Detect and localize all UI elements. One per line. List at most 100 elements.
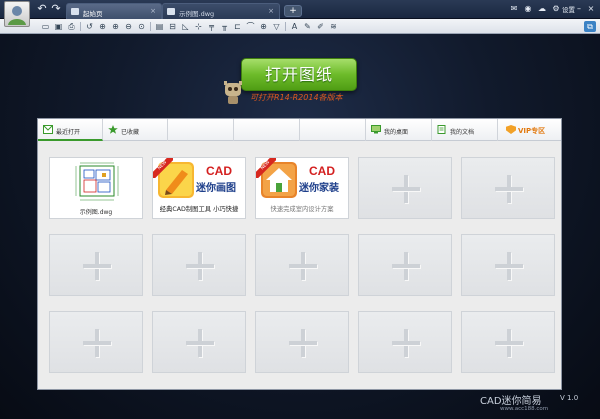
promo-subtitle: 快速完成室内设计方案 <box>270 206 334 213</box>
zoom-window-icon[interactable]: ⊕ <box>97 21 108 32</box>
close-tab-icon[interactable]: × <box>150 7 156 15</box>
toolbar-divider <box>150 22 151 31</box>
toolbar: ▭ ▣ ⎙ ↺ ⊕ ⊕ ⊖ ⊙ ▤ ⊟ ◺ ⊹ ╤ ╥ ⊏ ⌒ ⊕ ▽ A ✎ … <box>0 19 600 34</box>
plus-icon <box>495 175 523 203</box>
minimize-icon[interactable]: – <box>575 3 583 15</box>
tab-documents[interactable]: 我的文档 <box>432 119 498 141</box>
empty-slot[interactable] <box>255 311 349 373</box>
mascot-icon <box>224 81 242 104</box>
chat-icon[interactable]: ☁ <box>536 3 548 15</box>
mail-icon[interactable]: ✉ <box>508 3 520 15</box>
empty-slot[interactable] <box>358 234 452 296</box>
promo-card-mini-draw[interactable]: NEW CAD 迷你画图 经典CAD制图工具 小巧快捷 <box>152 157 246 219</box>
zoom-extents-icon[interactable]: ⊙ <box>136 21 147 32</box>
tab-favorites[interactable]: 已收藏 <box>103 119 168 141</box>
tab-empty-2[interactable] <box>234 119 300 141</box>
area-icon[interactable]: ▽ <box>271 21 282 32</box>
zoom-in-icon[interactable]: ⊕ <box>110 21 121 32</box>
tab-empty-1[interactable] <box>168 119 234 141</box>
toolbar-divider <box>80 22 81 31</box>
new-badge: NEW <box>153 158 173 178</box>
add-tab-button[interactable]: + <box>284 5 302 17</box>
print-icon[interactable]: ⎙ <box>66 21 77 32</box>
plus-icon <box>83 252 111 280</box>
product-logo: CAD迷你简易 <box>480 396 542 407</box>
vip-icon <box>506 125 516 134</box>
center-mark-icon[interactable]: ⊕ <box>258 21 269 32</box>
pen-icon[interactable]: ✐ <box>315 21 326 32</box>
toolbar-divider <box>285 22 286 31</box>
back-arrow-icon[interactable]: ↶ <box>36 3 48 15</box>
empty-slot[interactable] <box>152 311 246 373</box>
vip-label: VIP专区 <box>518 127 546 135</box>
empty-slot[interactable] <box>358 157 452 219</box>
restore-window-icon[interactable]: ⧉ <box>584 21 596 32</box>
plus-icon <box>186 252 214 280</box>
page-icon <box>71 8 79 15</box>
recent-file-card[interactable]: 示例图.dwg <box>49 157 143 219</box>
arc-length-icon[interactable]: ⌒ <box>245 21 256 32</box>
mail-icon <box>43 125 53 134</box>
plus-icon <box>83 329 111 357</box>
plus-icon <box>289 329 317 357</box>
empty-slot[interactable] <box>461 157 555 219</box>
avatar[interactable] <box>4 1 30 27</box>
vip-zone-button[interactable]: VIP专区 <box>498 119 561 141</box>
app-window: ↶ ↷ 起始页 × 示例图.dwg × + ✉ ◉ ☁ ⚙ 设置 – × ▭ ▣… <box>0 0 600 419</box>
empty-slot[interactable] <box>49 234 143 296</box>
promo-subtitle: 经典CAD制图工具 小巧快捷 <box>159 206 239 213</box>
tab-desktop[interactable]: 我的桌面 <box>366 119 432 141</box>
coordinate-icon[interactable]: ⊏ <box>232 21 243 32</box>
empty-slot[interactable] <box>461 234 555 296</box>
promo-brand: CAD <box>206 164 232 178</box>
empty-slot[interactable] <box>152 234 246 296</box>
undo-icon[interactable]: ↺ <box>84 21 95 32</box>
weibo-icon[interactable]: ◉ <box>522 3 534 15</box>
empty-slot[interactable] <box>461 311 555 373</box>
close-tab-icon[interactable]: × <box>268 7 274 15</box>
empty-slot[interactable] <box>49 311 143 373</box>
layers-icon[interactable]: ≋ <box>328 21 339 32</box>
plus-icon <box>495 329 523 357</box>
gear-icon[interactable]: ⚙ <box>550 3 562 15</box>
desktop-icon <box>371 125 381 134</box>
panel-tab-bar: 最近打开 已收藏 我的桌面 我的文档 VIP专区 <box>38 119 561 141</box>
plus-icon <box>186 329 214 357</box>
open-folder-icon[interactable]: ▭ <box>40 21 51 32</box>
linear-dimension-icon[interactable]: ▤ <box>154 21 165 32</box>
promo-card-mini-home[interactable]: NEW CAD 迷你家装 快速完成室内设计方案 <box>255 157 349 219</box>
save-icon[interactable]: ▣ <box>53 21 64 32</box>
angle-dimension-icon[interactable]: ◺ <box>180 21 191 32</box>
settings-label[interactable]: 设置 <box>562 4 575 14</box>
continue-dimension-icon[interactable]: ╥ <box>219 21 230 32</box>
promo-title: 迷你画图 <box>196 183 236 194</box>
empty-slot[interactable] <box>255 234 349 296</box>
forward-arrow-icon[interactable]: ↷ <box>50 3 62 15</box>
tab-label: 最近打开 <box>56 129 81 136</box>
plus-icon <box>392 329 420 357</box>
tab-start-page[interactable]: 起始页 × <box>66 3 162 19</box>
aligned-dimension-icon[interactable]: ⊟ <box>167 21 178 32</box>
version-label: V 1.0 <box>560 394 579 402</box>
open-drawing-button[interactable]: 打开图纸 <box>241 58 357 91</box>
tab-recent[interactable]: 最近打开 <box>38 119 103 141</box>
file-name: 示例图.dwg <box>79 209 113 216</box>
document-icon <box>437 125 446 134</box>
tab-empty-3[interactable] <box>300 119 366 141</box>
pencil-icon[interactable]: ✎ <box>302 21 313 32</box>
tab-drawing[interactable]: 示例图.dwg × <box>162 3 280 19</box>
page-icon <box>167 8 175 15</box>
tab-label: 已收藏 <box>121 129 140 136</box>
zoom-out-icon[interactable]: ⊖ <box>123 21 134 32</box>
plus-icon <box>495 252 523 280</box>
radius-dimension-icon[interactable]: ⊹ <box>193 21 204 32</box>
empty-slot[interactable] <box>358 311 452 373</box>
plus-icon <box>392 175 420 203</box>
plus-icon <box>392 252 420 280</box>
supported-versions-text: 可打开R14-R2014各版本 <box>250 93 343 102</box>
tab-label: 我的桌面 <box>384 129 409 136</box>
text-icon[interactable]: A <box>289 21 300 32</box>
baseline-dimension-icon[interactable]: ╤ <box>206 21 217 32</box>
promo-title: 迷你家装 <box>299 183 339 194</box>
close-icon[interactable]: × <box>586 3 596 15</box>
